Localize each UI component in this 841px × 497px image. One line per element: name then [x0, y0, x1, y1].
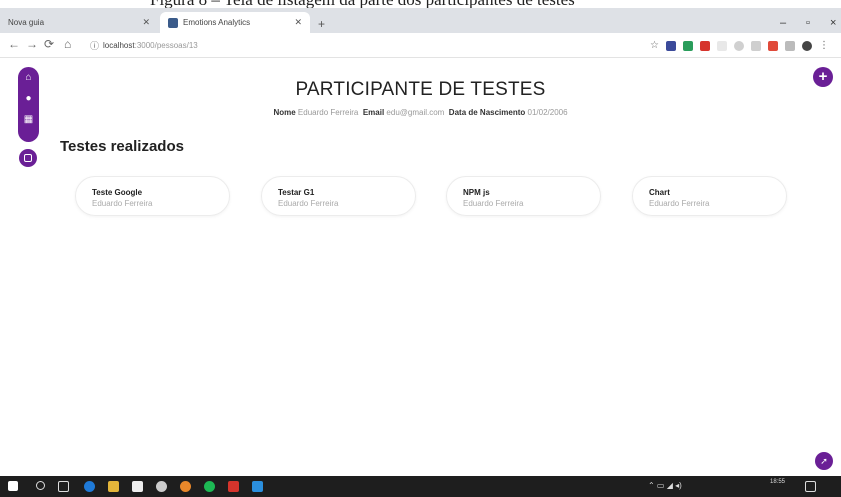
task-view-icon[interactable] — [58, 481, 69, 492]
name-label: Nome — [273, 108, 296, 117]
figure-caption: Figura 8 – Tela de listagem da parte dos… — [0, 0, 841, 8]
name-value: Eduardo Ferreira — [297, 108, 359, 117]
test-title: NPM js — [463, 188, 490, 197]
test-card[interactable]: NPM js Eduardo Ferreira — [446, 176, 601, 216]
toggle-sidebar-button[interactable] — [19, 149, 37, 167]
participant-meta: Nome Eduardo Ferreira Email edu@gmail.co… — [0, 108, 841, 117]
extension-icon[interactable] — [767, 40, 778, 51]
notification-icon[interactable] — [805, 481, 816, 492]
maximize-button[interactable]: ▫ — [806, 17, 810, 29]
extensions-area: ☆ ⋮ — [650, 40, 829, 51]
test-card[interactable]: Chart Eduardo Ferreira — [632, 176, 787, 216]
browser-toolbar: ← → ⟳ ⌂ ⓘ localhost :3000/pessoas/13 ☆ ⋮ — [0, 33, 841, 58]
test-card[interactable]: Teste Google Eduardo Ferreira — [75, 176, 230, 216]
extension-icon[interactable] — [716, 40, 727, 51]
extension-icon[interactable] — [699, 40, 710, 51]
start-icon[interactable] — [8, 481, 18, 491]
test-author: Eduardo Ferreira — [92, 199, 153, 208]
chrome-icon[interactable] — [180, 481, 191, 492]
url-path: :3000/pessoas/13 — [134, 40, 198, 50]
test-title: Chart — [649, 188, 670, 197]
tests-list: Teste Google Eduardo Ferreira Testar G1 … — [75, 176, 795, 216]
tab-nova-guia[interactable]: Nova guia ✕ — [0, 12, 158, 33]
close-window-button[interactable]: × — [830, 17, 836, 29]
test-card[interactable]: Testar G1 Eduardo Ferreira — [261, 176, 416, 216]
extension-icon[interactable] — [682, 40, 693, 51]
clock[interactable]: 18:55 — [770, 479, 785, 486]
birth-label: Data de Nascimento — [448, 108, 526, 117]
tab-label: Emotions Analytics — [183, 18, 251, 27]
test-author: Eduardo Ferreira — [649, 199, 710, 208]
home-icon[interactable]: ⌂ — [64, 37, 71, 51]
spotify-icon[interactable] — [204, 481, 215, 492]
app-icon[interactable] — [156, 481, 167, 492]
search-icon[interactable] — [36, 481, 45, 490]
tab-label: Nova guia — [8, 18, 45, 27]
forward-icon[interactable]: → — [26, 37, 38, 51]
test-title: Teste Google — [92, 188, 143, 197]
minimize-button[interactable]: – — [780, 17, 786, 29]
test-author: Eduardo Ferreira — [278, 199, 339, 208]
close-icon[interactable]: ✕ — [142, 17, 150, 28]
panel-icon — [24, 154, 32, 162]
page-content: ⌂ ● ▦ + PARTICIPANTE DE TESTES Nome Edua… — [0, 58, 841, 476]
profile-avatar-icon[interactable] — [801, 40, 812, 51]
favicon-icon — [168, 17, 178, 28]
back-icon[interactable]: ← — [8, 37, 20, 51]
test-author: Eduardo Ferreira — [463, 199, 524, 208]
new-tab-button[interactable]: + — [318, 17, 325, 31]
extension-icon[interactable] — [733, 40, 744, 51]
menu-dots-icon[interactable]: ⋮ — [819, 40, 829, 51]
bookmark-star-icon[interactable]: ☆ — [650, 40, 659, 51]
url-host: localhost — [103, 40, 135, 50]
store-icon[interactable] — [132, 481, 143, 492]
page-title: PARTICIPANTE DE TESTES — [295, 79, 546, 100]
browser-tabbar: Nova guia ✕ Emotions Analytics ✕ + – ▫ × — [0, 8, 841, 33]
reload-icon[interactable]: ⟳ — [44, 37, 54, 51]
pdf-icon[interactable] — [228, 481, 239, 492]
info-icon[interactable]: ⓘ — [90, 39, 99, 52]
close-icon[interactable]: ✕ — [294, 17, 302, 28]
caption-text: Figura 8 – Tela de listagem da parte dos… — [150, 0, 575, 8]
extension-icon[interactable] — [784, 40, 795, 51]
section-title: Testes realizados — [60, 138, 184, 155]
rocket-button[interactable]: ➚ — [815, 452, 833, 470]
vscode-icon[interactable] — [252, 481, 263, 492]
edge-icon[interactable] — [84, 481, 95, 492]
folder-icon[interactable] — [108, 481, 119, 492]
os-taskbar: ⌃ ▭ ◢ ◂) 18:55 — [0, 476, 841, 497]
system-tray-icons[interactable]: ⌃ ▭ ◢ ◂) — [648, 482, 682, 490]
tab-emotions-analytics[interactable]: Emotions Analytics ✕ — [160, 12, 310, 33]
email-label: Email — [362, 108, 385, 117]
email-value: edu@gmail.com — [386, 108, 445, 117]
extension-icon[interactable] — [750, 40, 761, 51]
address-bar[interactable]: ⓘ localhost :3000/pessoas/13 — [90, 36, 640, 54]
test-title: Testar G1 — [278, 188, 315, 197]
birth-value: 01/02/2006 — [527, 108, 568, 117]
extension-icon[interactable] — [665, 40, 676, 51]
